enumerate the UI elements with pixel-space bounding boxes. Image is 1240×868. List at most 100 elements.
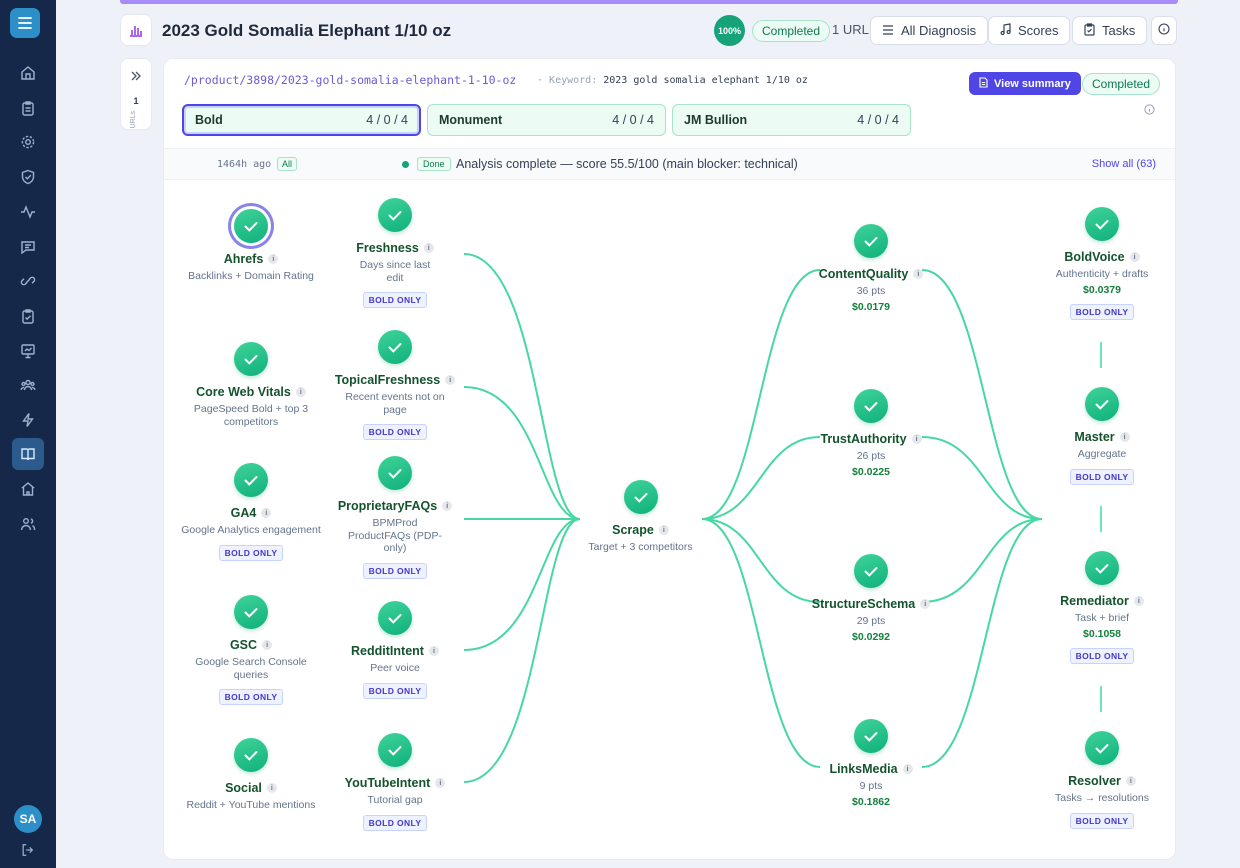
node-master[interactable]: Master i Aggregate BOLD ONLY [1032,387,1172,485]
competitor-tab-bold[interactable]: Bold 4 / 0 / 4 [182,104,421,136]
home-icon[interactable] [14,59,42,87]
competitor-name: JM Bullion [684,113,748,127]
info-icon[interactable]: i [1125,776,1136,786]
node-name: TrustAuthority [820,432,907,446]
lightning-icon[interactable] [14,406,42,434]
bold-only-badge: BOLD ONLY [1069,812,1135,829]
node-scrape[interactable]: Scrape i Target + 3 competitors [563,480,718,554]
info-icon[interactable]: i [1129,252,1140,262]
info-icon[interactable]: i [920,599,931,609]
checklist-icon[interactable] [14,302,42,330]
view-summary-button[interactable]: View summary [969,72,1081,95]
info-icon[interactable]: i [442,501,453,511]
node-youtube-intent[interactable]: YouTubeIntent i Tutorial gap BOLD ONLY [325,733,465,831]
activity-icon[interactable] [14,198,42,226]
bold-only-badge: BOLD ONLY [1069,647,1135,664]
node-ahrefs[interactable]: Ahrefs i Backlinks + Domain Rating [181,209,321,283]
info-icon[interactable]: i [423,243,434,253]
scores-button[interactable]: Scores [988,16,1071,45]
show-all-link[interactable]: Show all (63) [1092,158,1156,170]
team-icon[interactable] [14,371,42,399]
node-social[interactable]: Social i Reddit + YouTube mentions [181,738,321,812]
node-links-media[interactable]: LinksMedia i 9 pts $0.1862 [801,719,941,808]
logout-icon[interactable] [14,840,42,860]
node-name: Remediator [1060,594,1129,608]
info-icon[interactable]: i [1119,432,1130,442]
message-icon[interactable] [14,233,42,261]
expand-icon[interactable] [130,69,142,87]
node-topical-freshness[interactable]: TopicalFreshness i Recent events not on p… [325,330,465,441]
info-icon[interactable]: i [658,525,669,535]
analysis-status: Analysis complete — score 55.5/100 (main… [456,157,798,171]
node-freshness[interactable]: Freshness i Days since last edit BOLD ONL… [325,198,465,309]
info-icon[interactable] [1144,102,1155,120]
node-description: Target + 3 competitors [588,541,693,553]
info-icon[interactable]: i [262,640,273,650]
check-icon [234,738,268,772]
info-button[interactable] [1151,16,1177,45]
info-icon[interactable]: i [295,387,306,397]
url-panel[interactable]: 1 URLs [120,58,152,130]
connector-line [1100,506,1102,532]
info-icon[interactable]: i [902,764,913,774]
clipboard-icon[interactable] [14,94,42,122]
info-icon[interactable]: i [913,269,924,279]
node-cost: $0.1862 [852,795,890,808]
menu-icon[interactable] [10,8,40,38]
info-icon[interactable]: i [266,783,277,793]
node-description: Tutorial gap [367,794,423,806]
node-gsc[interactable]: GSC i Google Search Console queries BOLD … [181,595,321,706]
page-title: 2023 Gold Somalia Elephant 1/10 oz [162,21,452,40]
book-icon[interactable] [12,438,44,470]
bold-only-badge: BOLD ONLY [362,292,428,309]
avatar[interactable]: SA [14,805,42,833]
node-proprietary-faqs[interactable]: ProprietaryFAQs i BPMProd ProductFAQs (PD… [325,456,465,579]
tasks-button[interactable]: Tasks [1072,16,1148,45]
node-name: StructureSchema [811,597,916,611]
node-cost: $0.0292 [852,630,890,643]
competitor-tab-monument[interactable]: Monument 4 / 0 / 4 [427,104,666,136]
info-icon[interactable]: i [445,375,456,385]
document-icon [979,76,988,91]
shield-icon[interactable] [14,163,42,191]
tasks-label: Tasks [1102,23,1136,38]
check-icon [854,389,888,423]
gear-icon[interactable] [14,128,42,156]
node-reddit-intent[interactable]: RedditIntent i Peer voice BOLD ONLY [325,601,465,699]
check-icon [378,601,412,635]
node-structure-schema[interactable]: StructureSchema i 29 pts $0.0292 [801,554,941,643]
users-icon[interactable] [14,510,42,538]
house-icon[interactable] [14,475,42,503]
node-remediator[interactable]: Remediator i Task + brief $0.1058 BOLD ON… [1032,551,1172,664]
info-icon[interactable]: i [261,508,272,518]
info-icon[interactable]: i [428,646,439,656]
node-resolver[interactable]: Resolver i Tasks → resolutions BOLD ONLY [1032,731,1172,829]
link-icon[interactable] [14,267,42,295]
check-icon [234,209,268,243]
product-url[interactable]: /product/3898/2023-gold-somalia-elephant… [184,73,516,87]
node-ga4[interactable]: GA4 i Google Analytics engagement BOLD ON… [181,463,321,561]
check-icon [234,463,268,497]
node-points: 36 pts [856,285,886,297]
presentation-icon[interactable] [14,337,42,365]
all-diagnosis-button[interactable]: All Diagnosis [870,16,989,45]
node-content-quality[interactable]: ContentQuality i 36 pts $0.0179 [801,224,941,313]
node-core-web-vitals[interactable]: Core Web Vitals i PageSpeed Bold + top 3 … [181,342,321,428]
node-bold-voice[interactable]: BoldVoice i Authenticity + drafts $0.0379… [1032,207,1172,320]
node-description: Authenticity + drafts [1055,268,1149,280]
info-icon[interactable]: i [1133,596,1144,606]
node-name: Core Web Vitals [196,385,291,399]
url-panel-label: URLs [130,111,137,129]
timestamp: 1464h ago [217,159,272,170]
node-points: 29 pts [856,615,886,627]
filter-all-tag[interactable]: All [277,157,298,171]
node-description: Tasks → resolutions [1055,792,1149,804]
node-trust-authority[interactable]: TrustAuthority i 26 pts $0.0225 [801,389,941,478]
check-icon [378,733,412,767]
info-icon[interactable]: i [435,778,446,788]
bold-only-badge: BOLD ONLY [218,544,284,561]
competitor-tab-jm-bullion[interactable]: JM Bullion 4 / 0 / 4 [672,104,911,136]
status-dot [402,161,409,168]
info-icon[interactable]: i [268,254,279,264]
info-icon[interactable]: i [911,434,922,444]
